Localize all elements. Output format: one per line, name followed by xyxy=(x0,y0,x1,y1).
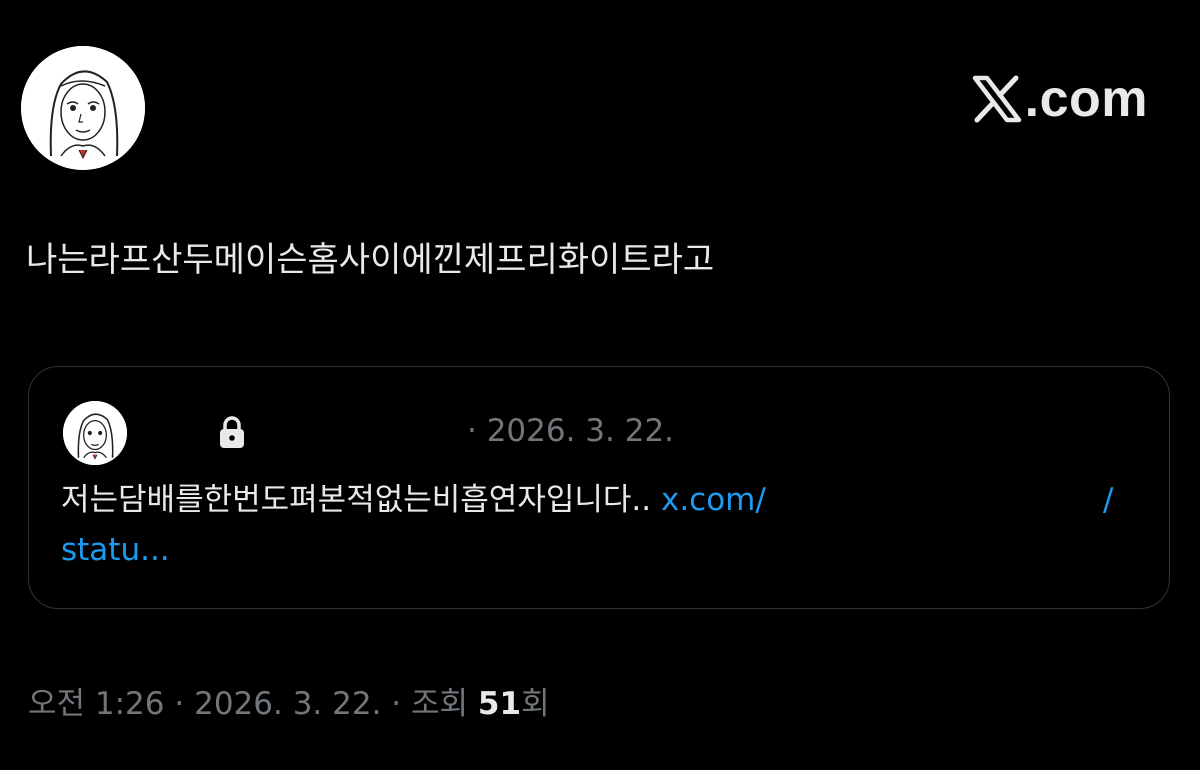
lock-icon xyxy=(217,415,247,449)
quoted-author-avatar[interactable] xyxy=(63,401,127,465)
x-logo-icon xyxy=(971,75,1023,123)
brand-logo: .com xyxy=(971,70,1148,128)
quoted-tweet-link-slash[interactable]: / xyxy=(1103,475,1113,525)
views-count: 51 xyxy=(477,686,522,722)
meta-separator: · xyxy=(174,686,185,722)
brand-text: .com xyxy=(1024,70,1148,128)
tweet-time[interactable]: 오전 1:26 xyxy=(28,686,165,722)
author-avatar[interactable] xyxy=(21,46,145,170)
tweet-date[interactable]: 2026. 3. 22. xyxy=(194,686,381,722)
quoted-tweet-link[interactable]: x.com/ xyxy=(661,482,766,518)
avatar-illustration xyxy=(63,401,127,465)
views-suffix: 회 xyxy=(521,686,550,722)
meta-separator: · xyxy=(391,686,402,722)
avatar-illustration xyxy=(21,46,145,170)
tweet-text: 나는라프산두메이슨홈사이에낀제프리화이트라고 xyxy=(26,240,715,280)
views-label: 조회 xyxy=(411,686,469,722)
tweet-meta: 오전 1:26 · 2026. 3. 22. · 조회 51회 xyxy=(28,682,550,726)
quoted-tweet-body: 저는담배를한번도펴본적없는비흡연자입니다.. x.com/ / statu... xyxy=(61,475,1131,575)
quoted-tweet-card[interactable]: · 2026. 3. 22. 저는담배를한번도펴본적없는비흡연자입니다.. x.… xyxy=(28,366,1170,609)
quoted-tweet-link-end[interactable]: statu... xyxy=(61,532,170,568)
quoted-tweet-text: 저는담배를한번도펴본적없는비흡연자입니다.. xyxy=(61,482,652,518)
quoted-tweet-date: · 2026. 3. 22. xyxy=(467,413,675,449)
